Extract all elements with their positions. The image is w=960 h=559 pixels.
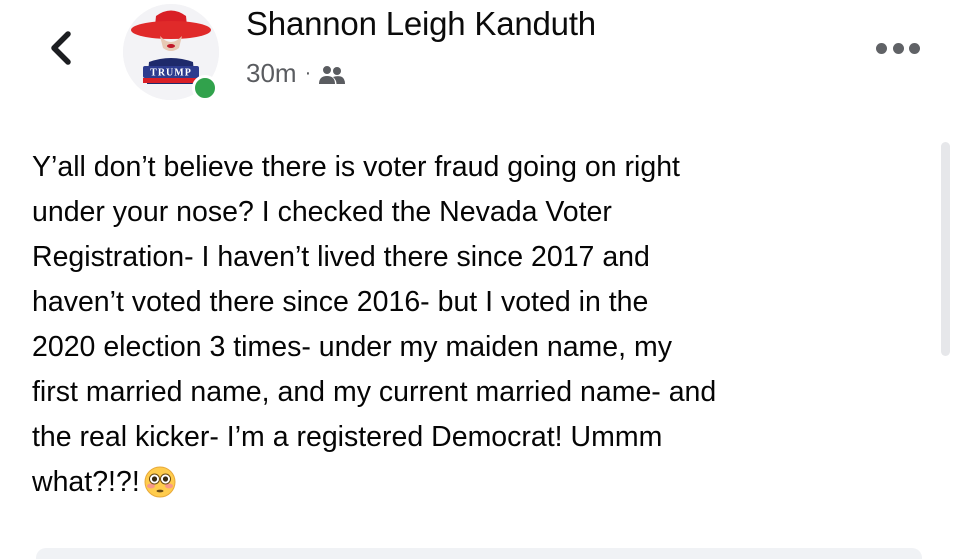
avatar-badge-text: TRUMP [150,68,192,79]
post-body: Y’all don’t believe there is voter fraud… [32,145,932,505]
author-name[interactable]: Shannon Leigh Kanduth [246,5,596,43]
more-options-dot [909,42,920,54]
meta-separator: · [304,62,312,84]
post-timestamp[interactable]: 30m [246,58,297,89]
vertical-scrollbar[interactable] [941,142,950,356]
online-status-indicator [192,75,218,101]
more-options-icon [876,42,887,54]
post-meta: 30m · [246,56,346,90]
back-button[interactable] [44,28,80,68]
next-content-card [36,548,922,559]
more-options-button[interactable] [876,38,920,58]
friends-icon[interactable] [318,62,346,84]
more-options-dot [892,42,904,54]
post-body-text: Y’all don’t believe there is voter fraud… [32,151,717,498]
facebook-post-view: TRUMP Shannon Leigh Kanduth 30m · Y’all … [0,0,960,559]
flushed-face-emoji [144,466,176,498]
chevron-left-icon [51,31,71,65]
